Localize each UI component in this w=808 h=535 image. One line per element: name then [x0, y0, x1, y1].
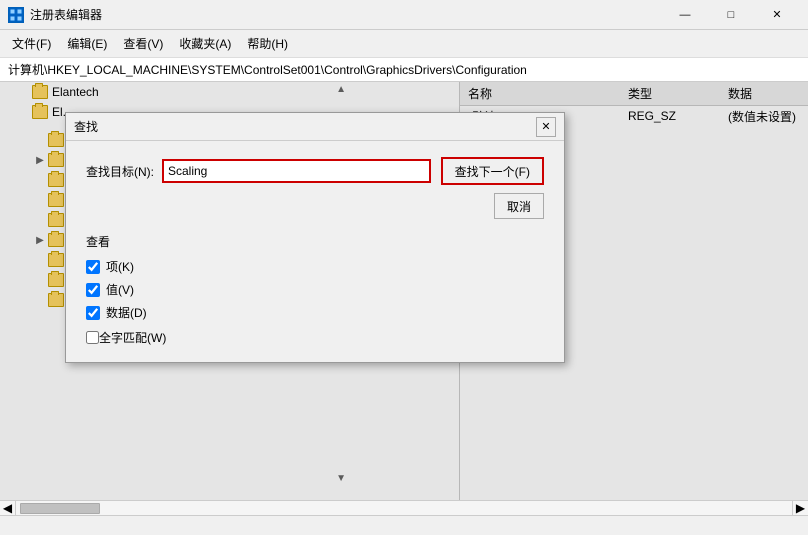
menu-bar: 文件(F) 编辑(E) 查看(V) 收藏夹(A) 帮助(H) — [0, 30, 808, 58]
checkbox-values-label[interactable]: 值(V) — [106, 281, 134, 298]
checkbox-full-match[interactable] — [86, 331, 99, 344]
menu-help[interactable]: 帮助(H) — [239, 32, 296, 55]
dialog-title-bar: 查找 ✕ — [66, 113, 564, 141]
checkbox-row-values: 值(V) — [86, 281, 544, 298]
checkbox-data[interactable] — [86, 306, 100, 320]
find-dialog: 查找 ✕ 查找目标(N): 查找下一个(F) 取消 查看 — [65, 112, 565, 363]
find-next-button[interactable]: 查找下一个(F) — [441, 157, 544, 185]
scroll-left-button[interactable]: ◀ — [0, 501, 16, 516]
minimize-button[interactable]: — — [662, 0, 708, 30]
horizontal-scrollbar[interactable]: ◀ ▶ — [0, 500, 808, 515]
address-bar: 计算机\HKEY_LOCAL_MACHINE\SYSTEM\ControlSet… — [0, 58, 808, 82]
menu-edit[interactable]: 编辑(E) — [59, 32, 115, 55]
menu-file[interactable]: 文件(F) — [4, 32, 59, 55]
status-bar — [0, 515, 808, 535]
dialog-title: 查找 — [74, 118, 536, 135]
menu-view[interactable]: 查看(V) — [115, 32, 171, 55]
checkbox-row-keys: 项(K) — [86, 258, 544, 275]
checkbox-keys-label[interactable]: 项(K) — [106, 258, 134, 275]
title-bar: 注册表编辑器 — □ ✕ — [0, 0, 808, 30]
dialog-close-button[interactable]: ✕ — [536, 117, 556, 137]
checkbox-data-label[interactable]: 数据(D) — [106, 304, 147, 321]
search-input[interactable] — [164, 161, 429, 181]
checkbox-row-data: 数据(D) — [86, 304, 544, 321]
app-icon — [8, 7, 24, 23]
scroll-thumb[interactable] — [20, 503, 100, 514]
address-path: 计算机\HKEY_LOCAL_MACHINE\SYSTEM\ControlSet… — [8, 61, 527, 78]
checkbox-keys[interactable] — [86, 260, 100, 274]
menu-favorites[interactable]: 收藏夹(A) — [171, 32, 239, 55]
maximize-button[interactable]: □ — [708, 0, 754, 30]
close-button[interactable]: ✕ — [754, 0, 800, 30]
scroll-right-button[interactable]: ▶ — [792, 501, 808, 516]
full-match-row: 全字匹配(W) — [86, 329, 544, 346]
dialog-body: 查找目标(N): 查找下一个(F) 取消 查看 项(K) — [66, 141, 564, 362]
look-section-label: 查看 — [86, 233, 544, 250]
main-content: Elantech ▲ El... FeatureSetUsage ▶ Inter… — [0, 82, 808, 500]
cancel-button[interactable]: 取消 — [494, 193, 544, 219]
find-label: 查找目标(N): — [86, 163, 154, 180]
dialog-overlay: 查找 ✕ 查找目标(N): 查找下一个(F) 取消 查看 — [0, 82, 808, 500]
window-title: 注册表编辑器 — [30, 6, 662, 23]
checkbox-full-match-label[interactable]: 全字匹配(W) — [99, 329, 166, 346]
search-input-container — [162, 159, 431, 183]
find-row: 查找目标(N): 查找下一个(F) — [86, 157, 544, 185]
window-controls: — □ ✕ — [662, 0, 800, 30]
checkbox-values[interactable] — [86, 283, 100, 297]
